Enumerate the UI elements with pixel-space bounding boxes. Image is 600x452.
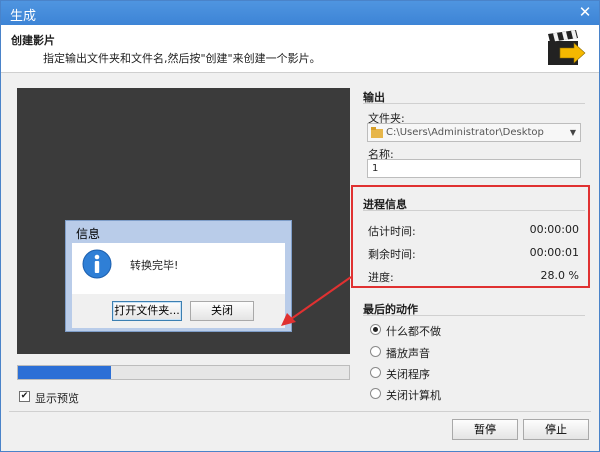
chevron-down-icon: ▼ <box>569 128 576 137</box>
folder-select[interactable]: C:\Users\Administrator\Desktop ▼ <box>367 123 581 142</box>
progress-info-divider <box>363 210 585 211</box>
info-dialog: 信息 转换完毕! 打开文件夹... 关闭 <box>65 220 292 332</box>
show-preview-checkbox[interactable]: ✔ <box>19 391 30 402</box>
dialog-message: 转换完毕! <box>130 259 179 272</box>
close-icon[interactable]: ✕ <box>577 3 593 21</box>
radio-label-shutdown: 关闭计算机 <box>386 389 441 402</box>
bottom-divider <box>9 411 591 412</box>
name-input[interactable]: 1 <box>367 159 581 178</box>
radio-close-program[interactable] <box>370 367 381 378</box>
radio-label-close-program: 关闭程序 <box>386 368 430 381</box>
output-divider <box>363 103 585 104</box>
pause-button[interactable]: 暂停 <box>452 419 518 440</box>
dialog-footer: 打开文件夹... 关闭 <box>72 294 285 328</box>
clapperboard-arrow-icon <box>548 30 586 65</box>
header-panel: 创建影片 指定输出文件夹和文件名,然后按"创建"来创建一个影片。 <box>1 25 599 73</box>
progress-label: 进度: <box>368 271 394 284</box>
generate-window: 生成 ✕ 创建影片 指定输出文件夹和文件名,然后按"创建"来创建一个影片。 信息… <box>0 0 600 452</box>
remaining-time-label: 剩余时间: <box>368 248 416 261</box>
dialog-close-button[interactable]: 关闭 <box>190 301 254 321</box>
dialog-title: 信息 <box>76 227 101 241</box>
window-title: 生成 <box>10 9 37 24</box>
show-preview-label: 显示预览 <box>35 392 79 405</box>
folder-icon <box>371 127 383 138</box>
header-title: 创建影片 <box>11 34 55 47</box>
radio-label-play-sound: 播放声音 <box>386 347 430 360</box>
title-bar: 生成 ✕ <box>1 1 599 25</box>
info-icon <box>82 249 112 279</box>
stop-button[interactable]: 停止 <box>523 419 589 440</box>
remaining-time-value: 00:00:01 <box>529 246 579 259</box>
progress-value: 28.0 % <box>540 269 579 282</box>
folder-path: C:\Users\Administrator\Desktop <box>386 127 544 138</box>
open-folder-button[interactable]: 打开文件夹... <box>112 301 182 321</box>
estimated-time-label: 估计时间: <box>368 225 416 238</box>
header-description: 指定输出文件夹和文件名,然后按"创建"来创建一个影片。 <box>43 52 321 65</box>
dialog-body: 转换完毕! <box>72 243 285 294</box>
estimated-time-value: 00:00:00 <box>529 223 579 236</box>
radio-play-sound[interactable] <box>370 346 381 357</box>
conversion-progress-bar <box>17 365 350 380</box>
radio-label-do-nothing: 什么都不做 <box>386 325 441 338</box>
radio-shutdown[interactable] <box>370 388 381 399</box>
progress-fill <box>18 366 111 379</box>
radio-do-nothing[interactable] <box>370 324 381 335</box>
final-action-divider <box>363 315 585 316</box>
